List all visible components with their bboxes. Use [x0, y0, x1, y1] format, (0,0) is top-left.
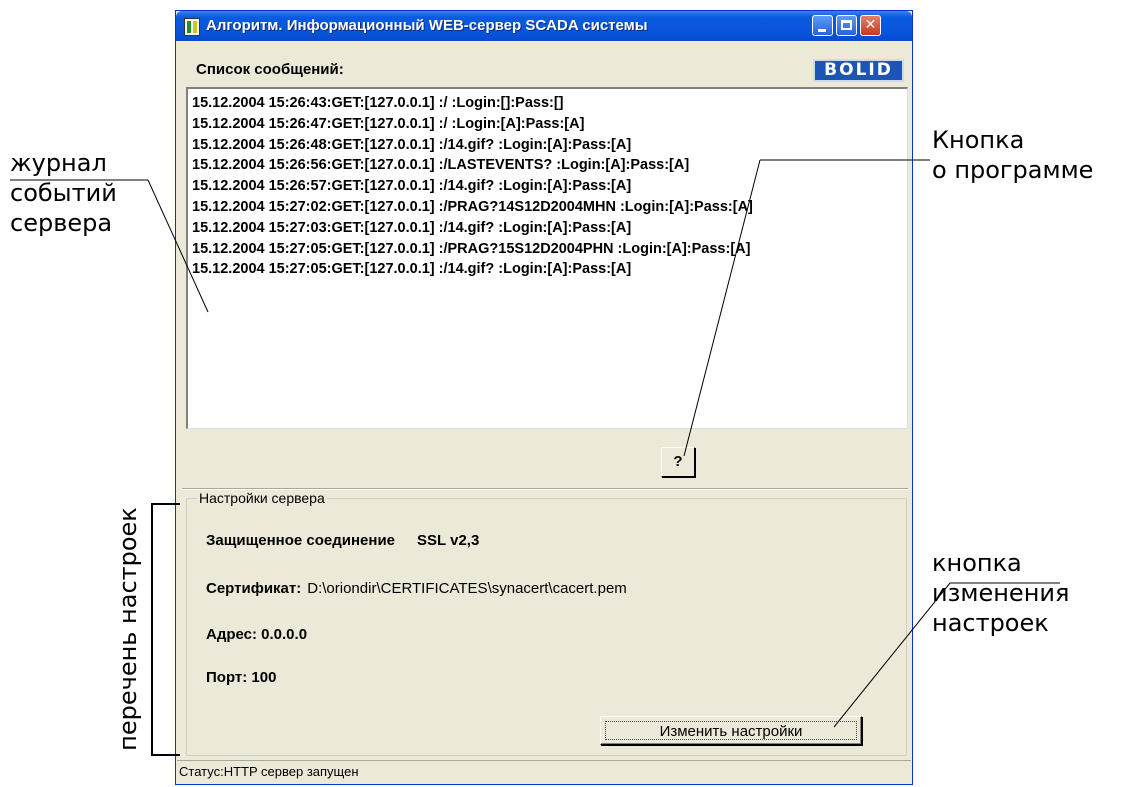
address-setting: Адрес: 0.0.0.0	[206, 626, 307, 643]
bolid-logo: BOLID	[813, 59, 904, 82]
annotation-line: о программе	[932, 156, 1094, 184]
port-setting: Порт: 100	[206, 669, 276, 686]
log-line: 15.12.2004 15:26:56:GET:[127.0.0.1] :/LA…	[192, 157, 690, 174]
ssl-label: Защищенное соединение	[206, 532, 396, 549]
minimize-button[interactable]	[812, 15, 833, 36]
annotation-settings-list: перечень настроек	[114, 507, 142, 751]
log-line: 15.12.2004 15:27:05:GET:[127.0.0.1] :/14…	[192, 261, 632, 278]
app-icon	[184, 18, 200, 36]
messages-log[interactable]: 15.12.2004 15:26:43:GET:[127.0.0.1] :/ :…	[186, 87, 908, 429]
title-bar[interactable]: Алгоритм. Информационный WEB-сервер SCAD…	[176, 11, 912, 41]
address-value: Адрес: 0.0.0.0	[206, 626, 308, 643]
annotation-line: настроек	[932, 609, 1049, 637]
window-title: Алгоритм. Информационный WEB-сервер SCAD…	[206, 17, 648, 34]
annotation-line: кнопка	[932, 549, 1022, 577]
annotation-server-log: журнал событий сервера	[10, 148, 117, 238]
change-settings-label: Изменить настройки	[605, 721, 857, 740]
certificate-path: D:\oriondir\CERTIFICATES\synacert\cacert…	[307, 580, 627, 597]
log-line: 15.12.2004 15:26:57:GET:[127.0.0.1] :/14…	[192, 178, 632, 195]
log-line: 15.12.2004 15:26:48:GET:[127.0.0.1] :/14…	[192, 136, 632, 153]
certificate-setting: Сертификат: D:\oriondir\CERTIFICATES\syna…	[206, 580, 627, 597]
annotation-line: Кнопка	[932, 126, 1025, 154]
server-settings-group: Настройки сервера Защищенное соединение S…	[186, 490, 907, 756]
settings-legend: Настройки сервера	[197, 490, 327, 506]
annotation-change-settings-button: кнопка изменения настроек	[932, 548, 1069, 638]
messages-label: Список сообщений:	[196, 61, 344, 78]
annotation-line: изменения	[932, 579, 1070, 607]
annotation-about-button: Кнопка о программе	[932, 125, 1093, 185]
log-line: 15.12.2004 15:27:03:GET:[127.0.0.1] :/14…	[192, 219, 632, 236]
maximize-icon	[841, 20, 852, 30]
change-settings-button[interactable]: Изменить настройки	[600, 716, 862, 745]
ssl-setting: Защищенное соединение SSL v2,3	[206, 532, 479, 549]
close-icon: ✕	[864, 17, 877, 33]
certificate-label: Сертификат:	[206, 580, 302, 597]
minimize-icon	[818, 29, 826, 32]
log-line: 15.12.2004 15:26:47:GET:[127.0.0.1] :/ :…	[192, 115, 585, 132]
status-bar: Статус:HTTP сервер запущен	[177, 760, 911, 783]
annotation-line: сервера	[10, 209, 113, 237]
log-line: 15.12.2004 15:26:43:GET:[127.0.0.1] :/ :…	[192, 95, 564, 111]
ssl-value: SSL v2,3	[417, 532, 480, 549]
log-line: 15.12.2004 15:27:02:GET:[127.0.0.1] :/PR…	[192, 198, 753, 215]
close-button[interactable]: ✕	[860, 15, 881, 36]
port-value: Порт: 100	[206, 669, 277, 686]
annotation-line: событий	[10, 179, 117, 207]
log-line: 15.12.2004 15:27:05:GET:[127.0.0.1] :/PR…	[192, 240, 751, 257]
app-window: Алгоритм. Информационный WEB-сервер SCAD…	[175, 10, 913, 785]
annotation-line: журнал	[10, 149, 107, 177]
about-button[interactable]: ?	[661, 447, 695, 477]
maximize-button[interactable]	[836, 15, 857, 36]
